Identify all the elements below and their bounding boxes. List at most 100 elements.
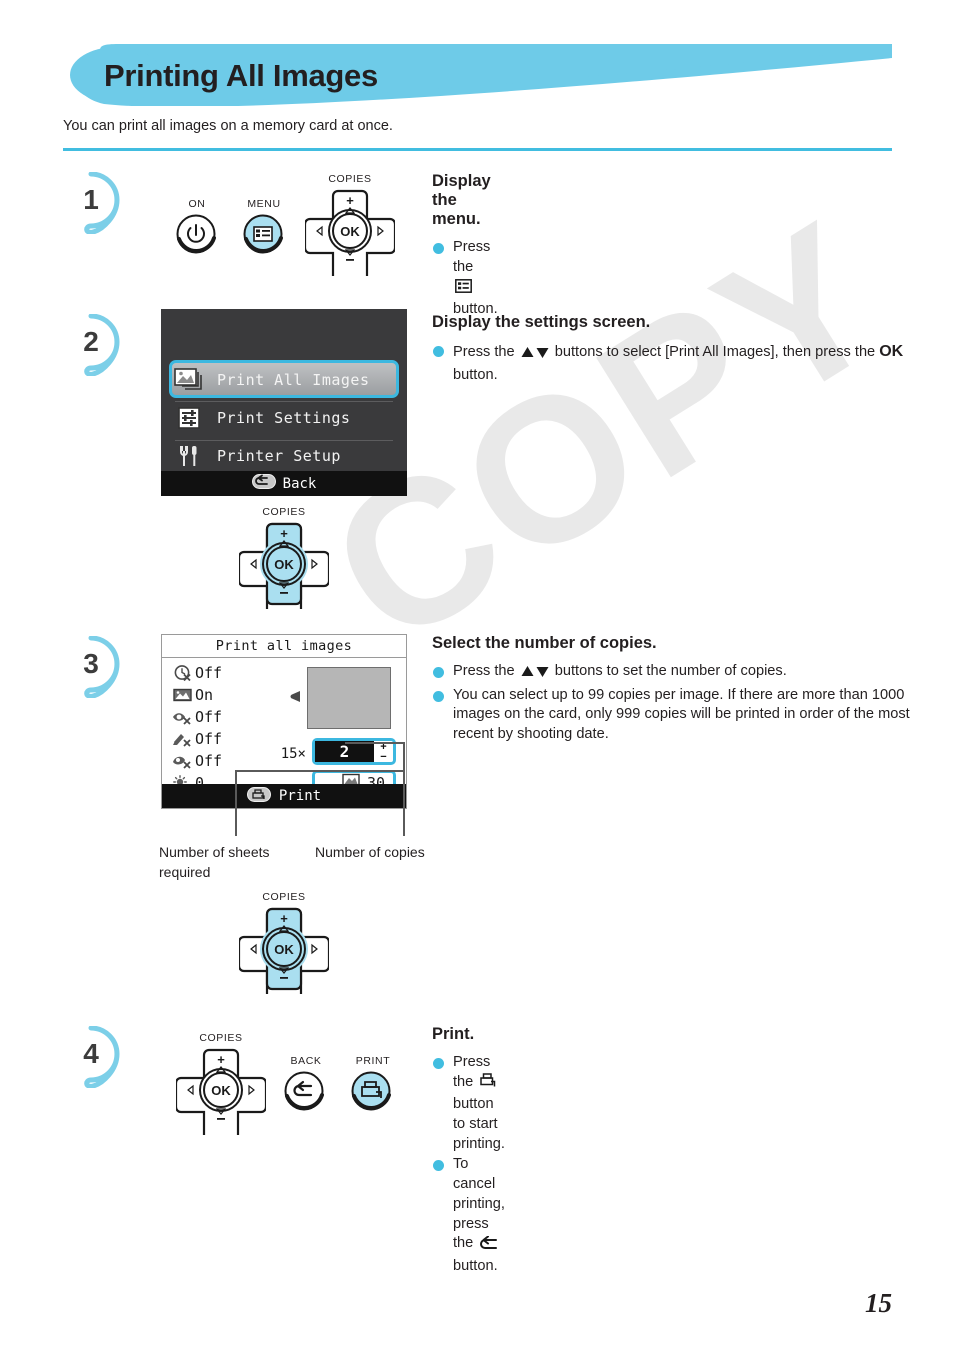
back-button-label: BACK (290, 1055, 322, 1067)
menu-item-print-all-images[interactable]: Print All Images (161, 361, 407, 399)
step-3-heading: Select the number of copies. (432, 634, 657, 652)
bullet: Press the buttons to set the number of c… (432, 662, 915, 685)
menu-item-print-settings[interactable]: Print Settings (161, 399, 407, 437)
menu-item-label: Print All Images (217, 371, 370, 389)
step-3-badge: 3 (63, 636, 125, 698)
svg-text:+: + (280, 526, 288, 541)
tools-icon (161, 444, 217, 468)
dpad[interactable]: OK + (237, 519, 331, 616)
back-arrow-icon (479, 1235, 498, 1257)
bullet: To cancel printing, press the button. (432, 1155, 505, 1276)
callout-sheets-required: Number of sheets required (159, 844, 270, 881)
bullet-text-post: button to start printing. (453, 1096, 505, 1152)
step-3-bullets: Press the buttons to set the number of c… (432, 662, 915, 745)
setting-value: Off (195, 752, 223, 770)
step-4-number: 4 (83, 1038, 99, 1069)
copies-value: 2 (315, 741, 374, 762)
svg-text:+: + (346, 193, 354, 208)
power-button[interactable] (176, 214, 218, 261)
back-arrow-icon (251, 474, 276, 493)
red-eye-off-icon (169, 709, 195, 725)
bullet-text-post: button. (453, 366, 498, 383)
step-4-bullets: Press the button to start printing. To c… (432, 1053, 505, 1277)
menu-item-label: Print Settings (217, 409, 351, 427)
lcd-print-bar[interactable]: Print (162, 784, 406, 808)
print-button-label: PRINT (355, 1055, 391, 1067)
correct-off-icon (169, 731, 195, 747)
menu-item-printer-setup[interactable]: Printer Setup (161, 437, 407, 475)
bullet: Press the buttons to select [Print All I… (432, 341, 905, 385)
header-divider (63, 148, 892, 151)
step-3-text: Select the number of copies. Press the b… (432, 634, 915, 746)
step-1-bullets: Press the button. (432, 238, 498, 320)
setting-value: Off (195, 730, 223, 748)
page-number: 15 (865, 1288, 892, 1318)
dpad[interactable]: OK + (237, 904, 331, 1001)
menu-back-bar[interactable]: Back (161, 471, 407, 496)
stacked-photos-icon (161, 368, 217, 392)
bullet: Press the button to start printing. (432, 1053, 505, 1154)
step-1-badge: 1 (63, 172, 125, 234)
sliders-icon (161, 406, 217, 430)
svg-text:OK: OK (274, 557, 294, 572)
copies-plus-minus[interactable]: + − (374, 741, 393, 762)
svg-text:OK: OK (340, 224, 360, 239)
step-4-text: Print. Press the button to start printin… (432, 1025, 505, 1278)
step-2-badge: 2 (63, 314, 125, 376)
minus-sign: − (380, 750, 387, 763)
image-optimize-icon (169, 687, 195, 703)
menu-back-label: Back (282, 475, 317, 492)
callout-leader-horizontal (235, 770, 405, 772)
callout-leader-copies (403, 742, 405, 836)
bullet-dot (433, 1058, 444, 1069)
copies-multiplier: 15× (280, 746, 306, 762)
skin-smooth-off-icon (169, 753, 195, 769)
bullet-dot (433, 243, 444, 254)
setting-row[interactable]: Off (169, 750, 222, 772)
manual-page: COPY Printing All Images You can print a… (0, 0, 954, 1354)
menu-button[interactable] (243, 214, 285, 261)
menu-icon (455, 279, 472, 300)
page-intro: You can print all images on a memory car… (63, 118, 393, 134)
setting-value: Off (195, 708, 223, 726)
bullet-dot (433, 1160, 444, 1172)
printer-menu-screen: Print All Images Print Settings Printer … (161, 309, 407, 496)
step-1-text: Display the menu. Press the button. (432, 172, 498, 321)
setting-value: On (195, 686, 214, 704)
bullet-dot (433, 346, 444, 357)
svg-text:+: + (280, 911, 288, 926)
step-1-heading: Display the menu. (432, 172, 491, 228)
setting-row[interactable]: Off (169, 728, 222, 750)
bullet: Press the button. (432, 238, 498, 320)
bullet-text-post: button. (453, 1257, 498, 1274)
bullet-text: You can select up to 99 copies per image… (453, 686, 910, 743)
step-3-number: 3 (83, 648, 99, 679)
print-button[interactable] (351, 1071, 393, 1118)
menu-button-label: MENU (247, 198, 281, 210)
dpad-copies-label: COPIES (262, 891, 306, 903)
setting-value: Off (195, 664, 223, 682)
step-4-heading: Print. (432, 1025, 475, 1043)
callout-leader-sheets (235, 770, 237, 836)
bullet: You can select up to 99 copies per image… (432, 686, 915, 745)
back-button[interactable] (284, 1071, 326, 1118)
menu-item-label: Printer Setup (217, 447, 341, 465)
bullet-dot (433, 667, 444, 678)
print-all-images-screen: Print all images Off On Off Off Off 0 15… (161, 634, 407, 809)
updown-arrows-icon (521, 665, 549, 685)
bullet-text-pre: Press the (453, 239, 491, 275)
dpad[interactable]: OK + (174, 1045, 268, 1142)
dpad-copies-label: COPIES (199, 1032, 243, 1044)
setting-row[interactable]: On (169, 684, 222, 706)
page-title: Printing All Images (104, 58, 378, 93)
bullet-text-post: buttons to set the number of copies. (550, 663, 787, 679)
dpad-copies-label: COPIES (328, 173, 372, 185)
setting-row[interactable]: Off (169, 706, 222, 728)
step-1-number: 1 (83, 184, 99, 215)
bullet-text-mid: buttons to select [Print All Images], th… (550, 344, 880, 360)
step-2-heading: Display the settings screen. (432, 313, 651, 331)
image-thumbnail (307, 667, 391, 729)
setting-row[interactable]: Off (169, 662, 222, 684)
dpad[interactable]: OK + (303, 186, 397, 283)
printer-icon (479, 1072, 496, 1096)
